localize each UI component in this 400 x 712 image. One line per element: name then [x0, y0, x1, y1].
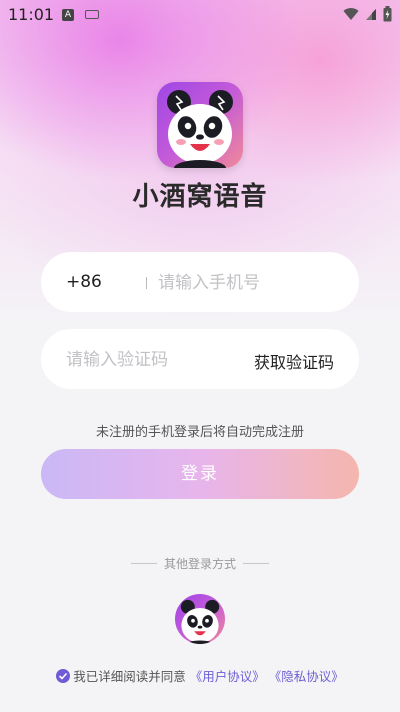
wifi-icon — [343, 8, 359, 20]
a-badge-icon: A — [62, 9, 74, 21]
get-code-button[interactable]: 获取验证码 — [254, 349, 334, 373]
country-code[interactable]: +86 — [66, 272, 102, 292]
other-login-label: 其他登录方式 — [163, 557, 236, 571]
register-hint: 未注册的手机登录后将自动完成注册 — [95, 425, 304, 440]
signal-icon — [366, 8, 376, 20]
phone-field[interactable]: +86 — [41, 252, 359, 312]
field-divider — [146, 277, 147, 289]
agreement-prefix: 我已详细阅读并同意 — [73, 669, 186, 684]
panda-quick-login-icon[interactable] — [175, 594, 225, 644]
status-time: 11:01 — [8, 5, 55, 24]
app-name: 小酒窝语音 — [132, 182, 268, 212]
battery-icon — [383, 6, 392, 22]
panda-logo-icon — [157, 82, 243, 168]
other-login-divider: 其他登录方式 — [0, 555, 400, 571]
code-input[interactable] — [66, 347, 246, 373]
keyboard-icon — [85, 10, 99, 19]
login-button[interactable]: 登录 — [41, 449, 359, 499]
checkbox-checked-icon[interactable] — [56, 669, 71, 683]
status-bar: 11:01 A — [0, 0, 400, 30]
user-agreement-link[interactable]: 《用户协议》 — [190, 669, 265, 684]
divider-line-right — [243, 563, 269, 564]
privacy-policy-link[interactable]: 《隐私协议》 — [269, 669, 344, 684]
phone-input[interactable] — [158, 270, 348, 296]
status-indicators — [343, 6, 392, 22]
agreement-row: 我已详细阅读并同意 《用户协议》 《隐私协议》 — [0, 666, 400, 684]
code-field[interactable]: 获取验证码 — [41, 329, 359, 389]
